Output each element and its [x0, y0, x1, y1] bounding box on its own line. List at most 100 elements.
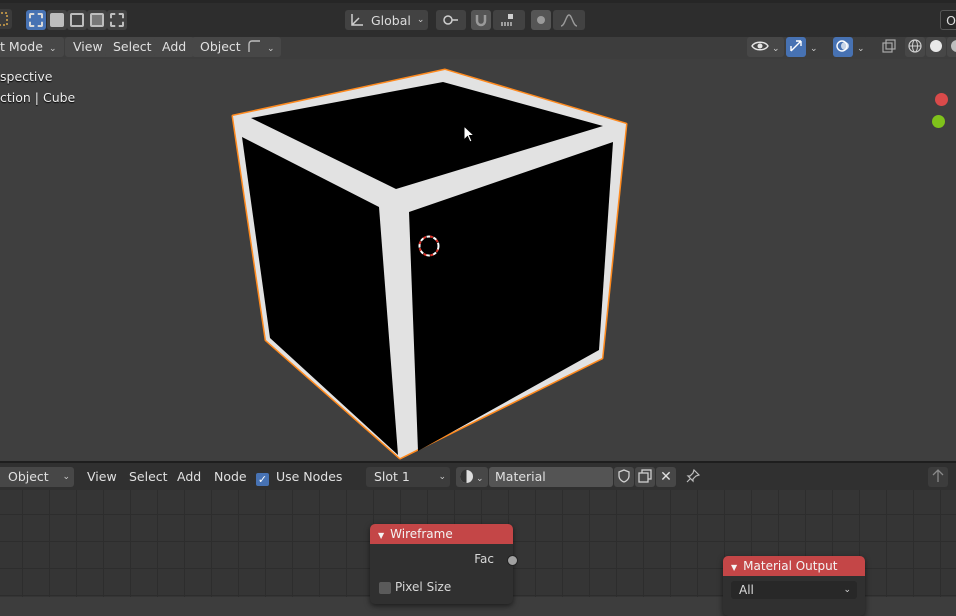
transform-gizmo-dropdown[interactable]: ⌄: [241, 37, 281, 57]
pixel-size-checkbox[interactable]: [379, 582, 391, 594]
transform-orientation-label: Global: [371, 12, 411, 28]
use-nodes-toggle[interactable]: ✓ Use Nodes: [256, 467, 342, 487]
material-name-field[interactable]: Material: [489, 467, 613, 487]
pivot-icon: [443, 15, 458, 25]
viewport-header: t Mode ⌄ View Select Add Object ⌄ ⌄ ⌄ ⌄: [0, 37, 956, 59]
select-extend-mode-icon[interactable]: [47, 10, 67, 30]
close-icon: ✕: [660, 469, 672, 485]
material-slot-dropdown[interactable]: Slot 1 ⌄: [366, 467, 450, 487]
unlink-material-button[interactable]: ✕: [656, 467, 676, 487]
shading-material-button[interactable]: [947, 37, 956, 57]
options-button[interactable]: O: [940, 10, 956, 30]
mouse-pointer-icon: [463, 125, 476, 143]
orientation-axes-icon: [351, 14, 363, 26]
wireframe-node-title: Wireframe: [390, 527, 453, 541]
chevron-down-icon: ⌄: [857, 44, 865, 54]
output-target-dropdown[interactable]: All ⌄: [731, 581, 857, 599]
ne-menu-view[interactable]: View: [87, 467, 117, 487]
gizmo-dropdown[interactable]: ⌄: [807, 37, 821, 57]
snap-increment-icon: [501, 14, 513, 26]
material-sphere-icon: [951, 40, 956, 52]
xray-toggle[interactable]: [879, 37, 899, 57]
fake-user-button[interactable]: [614, 467, 634, 487]
use-nodes-label: Use Nodes: [275, 469, 343, 484]
arrow-up-icon: [932, 469, 944, 482]
transform-orientation-dropdown[interactable]: Global ⌄: [345, 10, 428, 30]
chevron-down-icon: ⌄: [476, 474, 484, 484]
chevron-down-icon: ⌄: [810, 44, 818, 54]
3d-viewport[interactable]: spective ction | Cube: [0, 59, 956, 461]
overlays-dropdown[interactable]: ⌄: [854, 37, 868, 57]
menu-select[interactable]: Select: [105, 37, 160, 57]
navigation-axis-y-dot[interactable]: [932, 115, 945, 128]
wireframe-node[interactable]: ▼ Wireframe Fac Pixel Size: [370, 524, 513, 604]
chevron-down-icon: ⌄: [416, 15, 425, 25]
chevron-down-icon: ⌄: [843, 585, 851, 595]
xray-icon: [882, 39, 896, 53]
proportional-editing-toggle[interactable]: [531, 10, 551, 30]
options-label: O: [946, 12, 956, 28]
duplicate-material-button[interactable]: [635, 467, 655, 487]
proportional-falloff-dropdown[interactable]: [553, 10, 585, 30]
select-subtract-mode-icon[interactable]: [67, 10, 87, 30]
visibility-dropdown[interactable]: ⌄: [747, 37, 784, 57]
material-name-value: Material: [495, 469, 546, 484]
collapse-triangle-icon[interactable]: ▼: [378, 531, 384, 540]
corner-gizmo-icon: [248, 40, 260, 52]
wireframe-sphere-icon: [908, 39, 922, 53]
select-intersect-mode-icon[interactable]: [107, 10, 127, 30]
node-editor-type-dropdown[interactable]: Object ⌄: [0, 467, 74, 487]
material-output-node-header[interactable]: ▼ Material Output: [723, 556, 865, 576]
select-invert-mode-icon[interactable]: [87, 10, 107, 30]
snap-toggle[interactable]: [471, 10, 491, 30]
menu-view[interactable]: View: [65, 37, 111, 57]
shading-solid-button[interactable]: [926, 37, 946, 57]
overlays-icon: [836, 40, 849, 52]
ne-menu-add[interactable]: Add: [177, 467, 201, 487]
node-editor-type-label: Object: [8, 469, 49, 484]
output-target-label: All: [739, 583, 754, 597]
chevron-down-icon: ⌄: [62, 472, 70, 482]
eye-icon: [751, 41, 769, 51]
interaction-mode-dropdown[interactable]: t Mode ⌄: [0, 37, 65, 57]
navigation-axis-x-dot[interactable]: [935, 93, 948, 106]
fac-output-socket[interactable]: [507, 555, 518, 566]
chevron-down-icon: ⌄: [267, 44, 275, 54]
shading-wireframe-button[interactable]: [905, 37, 925, 57]
chevron-down-icon: ⌄: [438, 472, 446, 482]
node-editor-canvas[interactable]: ▼ Wireframe Fac Pixel Size ▼ Material Outp…: [0, 490, 956, 616]
select-tool-icon[interactable]: [0, 9, 12, 29]
overlays-toggle[interactable]: [833, 37, 853, 57]
parent-node-tree-button[interactable]: [928, 467, 948, 487]
solid-sphere-icon: [930, 40, 942, 52]
material-browse-button[interactable]: ⌄: [456, 467, 488, 487]
material-sphere-icon: [460, 469, 473, 483]
cube-object[interactable]: [0, 59, 956, 461]
shield-icon: [618, 469, 630, 483]
checkbox-checked-icon[interactable]: ✓: [256, 473, 269, 486]
ne-menu-select[interactable]: Select: [129, 467, 168, 487]
node-editor-header: Object ⌄ View Select Add Node ✓ Use Node…: [0, 461, 956, 490]
snap-target-dropdown[interactable]: [493, 10, 525, 30]
menu-add[interactable]: Add: [154, 37, 195, 57]
collapse-triangle-icon[interactable]: ▼: [731, 563, 737, 572]
select-new-mode-icon[interactable]: [26, 10, 46, 30]
fac-output-label: Fac: [474, 552, 494, 566]
material-slot-label: Slot 1: [374, 469, 410, 484]
wireframe-node-header[interactable]: ▼ Wireframe: [370, 524, 513, 544]
gizmo-toggle[interactable]: [786, 37, 806, 57]
proportional-editing-icon: [537, 16, 545, 24]
3d-cursor-icon[interactable]: [416, 233, 442, 259]
top-header: Global ⌄ O: [0, 0, 956, 37]
pin-button[interactable]: [684, 467, 702, 487]
pixel-size-label: Pixel Size: [395, 580, 452, 594]
gizmo-arrows-icon: [790, 40, 802, 52]
interaction-mode-label: t Mode: [0, 39, 43, 54]
pin-icon: [686, 468, 701, 483]
pivot-point-dropdown[interactable]: [436, 10, 466, 30]
material-output-node[interactable]: ▼ Material Output All ⌄: [723, 556, 865, 616]
material-output-node-title: Material Output: [743, 559, 838, 573]
duplicate-icon: [638, 469, 652, 483]
ne-menu-node[interactable]: Node: [214, 467, 247, 487]
chevron-down-icon: ⌄: [48, 44, 57, 54]
